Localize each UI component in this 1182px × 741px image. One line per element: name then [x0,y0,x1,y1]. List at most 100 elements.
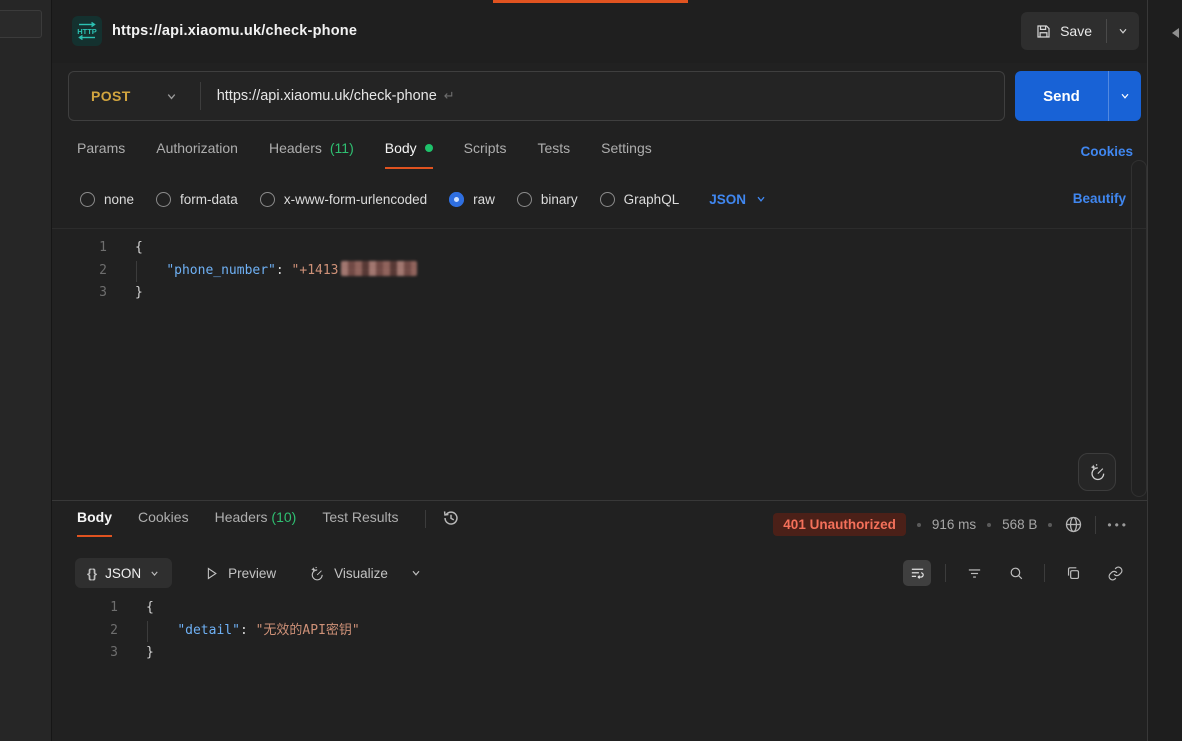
url-value: https://api.xiaomu.uk/check-phone [217,88,437,104]
dot-separator [1048,523,1052,527]
chevron-down-icon [1117,25,1129,37]
globe-icon[interactable] [1063,514,1084,535]
line-number: 3 [52,282,107,305]
indent-guide [147,621,148,642]
response-format-value: JSON [105,566,141,581]
code-line: 1 { [52,237,1147,260]
tab-scripts[interactable]: Scripts [464,140,507,167]
response-tab-headers[interactable]: Headers (10) [215,509,297,535]
radio-icon [80,192,95,207]
dot-separator [917,523,921,527]
braces-icon: {} [87,566,97,581]
wrap-text-icon[interactable] [903,560,931,586]
preview-button[interactable]: Preview [204,566,276,581]
line-number: 1 [52,597,118,620]
radio-selected-icon [449,192,464,207]
url-input-container: POST https://api.xiaomu.uk/check-phone ↵ [68,71,1005,121]
chevron-down-icon [1119,90,1131,102]
code-line: 3 } [52,642,1147,665]
left-sidebar-rail [0,0,52,741]
radio-none[interactable]: none [80,192,134,207]
copy-icon[interactable] [1059,560,1087,586]
line-number: 2 [52,620,118,643]
indent-guide [136,261,137,282]
cookies-link[interactable]: Cookies [1080,144,1133,159]
active-tab-top-indicator [493,0,688,3]
right-sidebar-rail [1147,0,1182,741]
sidebar-partial-tab[interactable] [0,10,42,38]
line-number: 3 [52,642,118,665]
radio-graphql[interactable]: GraphQL [600,192,680,207]
link-icon[interactable] [1101,560,1129,586]
search-icon[interactable] [1002,560,1030,586]
radio-form-data[interactable]: form-data [156,192,238,207]
radio-raw[interactable]: raw [449,192,495,207]
save-button-label: Save [1060,23,1092,39]
collapse-arrow-icon[interactable] [1172,28,1179,38]
response-panel: Body Cookies Headers (10) Test Results 4… [52,500,1147,741]
url-input[interactable]: https://api.xiaomu.uk/check-phone ↵ [201,88,1004,104]
save-button[interactable]: Save [1021,12,1106,50]
response-format-select[interactable]: {} JSON [75,558,172,588]
radio-icon [260,192,275,207]
tab-authorization[interactable]: Authorization [156,140,238,167]
response-tab-test-results[interactable]: Test Results [322,509,398,535]
chevron-down-icon [165,90,178,103]
response-body-editor[interactable]: 1 { 2 "detail": "无效的API密钥" 3 } [52,597,1147,665]
divider [425,510,426,528]
visualize-sparkle-icon [308,565,325,582]
code-line: 1 { [52,597,1147,620]
response-toolbar: {} JSON Preview [75,557,1129,589]
visualize-expand-button[interactable] [410,567,422,579]
divider [945,564,946,582]
send-button[interactable]: Send [1015,71,1108,121]
save-options-button[interactable] [1107,12,1139,50]
response-tab-body[interactable]: Body [77,509,112,537]
json-key: "detail" [177,623,240,638]
postbot-sparkle-icon [1087,462,1107,482]
raw-format-select[interactable]: JSON [709,192,767,207]
beautify-link[interactable]: Beautify [1073,191,1126,206]
response-tab-cookies[interactable]: Cookies [138,509,189,535]
json-key: "phone_number" [166,263,276,278]
editor-scrollbar-track[interactable] [1131,160,1147,497]
response-headers-count: (10) [271,509,296,525]
radio-icon [600,192,615,207]
method-selector[interactable]: POST [69,72,200,120]
radio-binary[interactable]: binary [517,192,578,207]
http-badge-icon: HTTP [72,16,102,46]
tab-headers[interactable]: Headers(11) [269,140,354,167]
code-line: 3 } [52,282,1147,305]
chevron-down-icon [149,568,160,579]
body-type-bar: none form-data x-www-form-urlencoded raw… [52,180,1147,218]
raw-format-value: JSON [709,192,746,207]
headers-count: (11) [330,140,354,156]
send-options-button[interactable] [1108,71,1141,121]
json-value-visible: "+1413 [292,263,339,278]
status-badge[interactable]: 401 Unauthorized [773,513,906,536]
save-floppy-icon [1035,23,1052,40]
redacted-phone-value [341,261,417,276]
svg-text:HTTP: HTTP [77,27,97,36]
play-preview-icon [204,566,219,581]
response-size[interactable]: 568 B [1002,517,1037,532]
more-menu-icon[interactable]: ••• [1107,518,1129,532]
response-time[interactable]: 916 ms [932,517,976,532]
tab-tests[interactable]: Tests [537,140,570,167]
request-body-editor[interactable]: 1 { 2 "phone_number": "+1413 3 } [52,228,1147,500]
line-number: 2 [52,260,107,283]
radio-x-www-form-urlencoded[interactable]: x-www-form-urlencoded [260,192,427,207]
history-icon[interactable] [440,507,462,529]
visualize-button[interactable]: Visualize [308,565,388,582]
response-toolbar-icons [903,560,1129,586]
tab-params[interactable]: Params [77,140,125,167]
chevron-down-icon [755,193,767,205]
dot-separator [987,523,991,527]
postbot-button[interactable] [1078,453,1116,491]
request-tabs: Params Authorization Headers(11) Body Sc… [52,132,1147,174]
tab-settings[interactable]: Settings [601,140,652,167]
tab-body[interactable]: Body [385,140,433,169]
filter-icon[interactable] [960,560,988,586]
response-tabs: Body Cookies Headers (10) Test Results [77,509,462,537]
line-number: 1 [52,237,107,260]
